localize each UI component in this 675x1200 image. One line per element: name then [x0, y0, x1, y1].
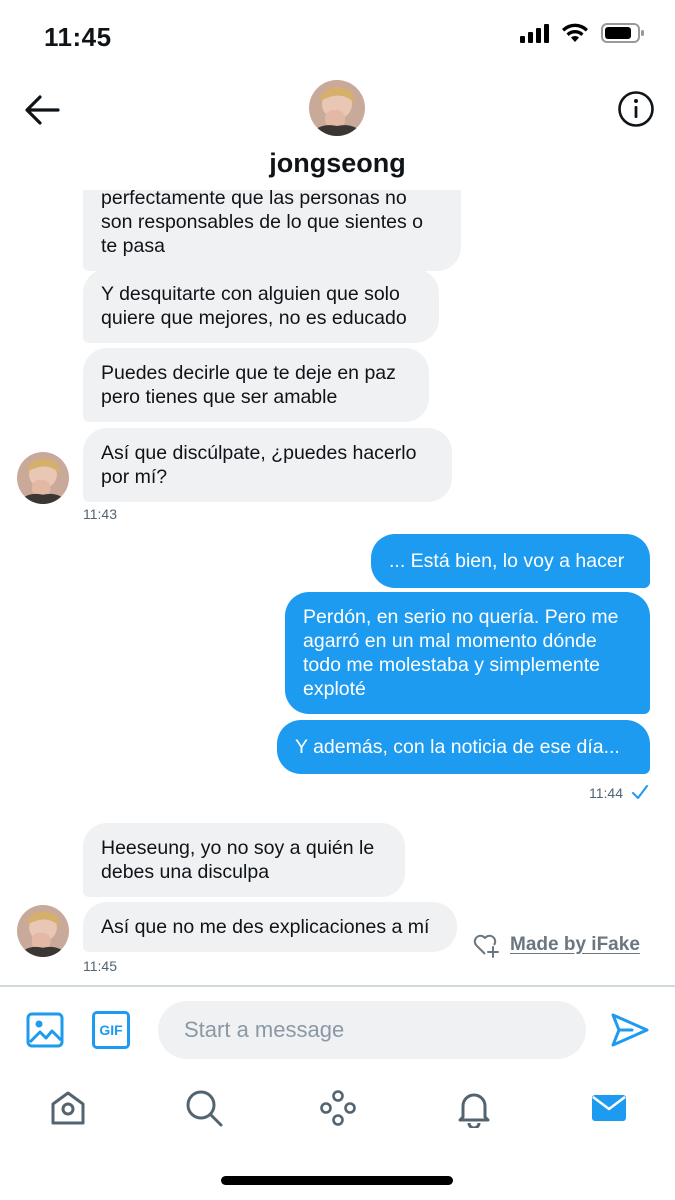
user-avatar-icon — [309, 80, 365, 136]
message-timestamp: 11:45 — [83, 958, 117, 974]
outgoing-message[interactable]: Perdón, en serio no quería. Pero me agar… — [285, 592, 650, 714]
incoming-message[interactable]: perfectamente que las personas no son re… — [83, 190, 461, 271]
user-avatar-icon — [17, 905, 69, 957]
bottom-tab-bar — [0, 1070, 675, 1150]
status-time: 11:45 — [44, 22, 112, 52]
messages-icon[interactable] — [589, 1088, 629, 1128]
sender-avatar[interactable] — [17, 452, 69, 504]
incoming-message[interactable]: Así que discúlpate, ¿puedes hacerlo por … — [83, 428, 452, 502]
made-by-ifake-watermark[interactable]: Made by iFake — [472, 932, 640, 958]
spaces-icon[interactable] — [318, 1088, 358, 1128]
incoming-message[interactable]: Heeseung, yo no soy a quién le debes una… — [83, 823, 405, 897]
conversation-name[interactable]: jongseong — [0, 148, 675, 179]
message-list[interactable]: perfectamente que las personas no son re… — [0, 190, 675, 985]
incoming-message[interactable]: Puedes decirle que te deje en paz pero t… — [83, 348, 429, 422]
sender-avatar[interactable] — [17, 905, 69, 957]
image-icon[interactable] — [26, 1011, 64, 1049]
send-icon[interactable] — [610, 1012, 650, 1048]
info-icon[interactable] — [617, 90, 655, 128]
message-timestamp: 11:44 — [589, 785, 623, 801]
search-icon[interactable] — [184, 1088, 224, 1128]
gif-button[interactable]: GIF — [92, 1011, 130, 1049]
home-indicator[interactable] — [221, 1176, 453, 1185]
notifications-icon[interactable] — [454, 1088, 494, 1128]
outgoing-message[interactable]: ... Está bien, lo voy a hacer — [371, 534, 650, 588]
made-by-label: Made by iFake — [510, 934, 640, 955]
status-icons — [520, 22, 645, 44]
outgoing-message[interactable]: Y además, con la noticia de ese día... — [277, 720, 650, 774]
conversation-header: jongseong — [0, 70, 675, 190]
status-bar: 11:45 — [0, 0, 675, 70]
incoming-message[interactable]: Así que no me des explicaciones a mí — [83, 902, 457, 952]
message-composer: GIF — [0, 985, 675, 1070]
header-avatar[interactable] — [309, 80, 365, 136]
cellular-signal-icon — [520, 23, 549, 43]
heart-plus-icon — [473, 934, 499, 958]
read-checkmark-icon — [632, 785, 648, 799]
incoming-message[interactable]: Y desquitarte con alguien que solo quier… — [83, 269, 439, 343]
back-arrow-icon[interactable] — [22, 92, 62, 128]
user-avatar-icon — [17, 452, 69, 504]
message-input[interactable] — [158, 1001, 586, 1059]
gif-label: GIF — [99, 1022, 123, 1038]
message-timestamp: 11:43 — [83, 506, 117, 522]
battery-icon — [601, 23, 644, 43]
home-icon[interactable] — [48, 1088, 88, 1128]
wifi-icon — [562, 23, 588, 42]
